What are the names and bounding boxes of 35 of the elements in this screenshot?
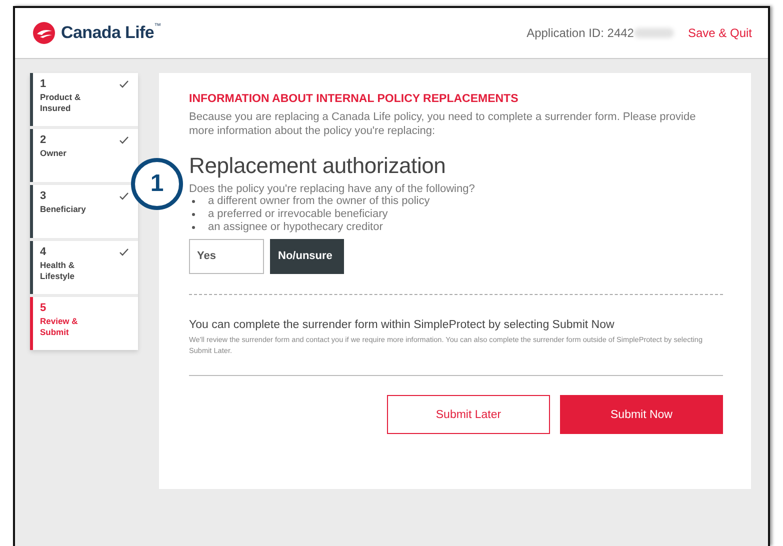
step-number: 2 — [40, 134, 46, 146]
step-item[interactable]: 2 Owner — [30, 129, 138, 182]
bullet-icon — [192, 200, 195, 202]
step-item[interactable]: 5 Review & Submit — [30, 297, 138, 350]
step-number: 1 — [40, 78, 46, 90]
bullet-text: a preferred or irrevocable beneficiary — [208, 208, 388, 220]
bullet-icon — [192, 212, 195, 216]
callout-number: 1 — [131, 158, 183, 210]
step-label: Owner — [40, 148, 68, 160]
question-prompt: Does the policy you're replacing have any of the following? — [189, 182, 476, 194]
submit-heading: You can complete the surrender form within SimpleProtect by selecting Submit Now — [189, 318, 616, 330]
step-label: Beneficiary — [40, 204, 87, 216]
step-label: Review & Submit — [40, 316, 79, 338]
step-item[interactable]: 3 Beneficiary — [30, 185, 138, 238]
step-label: Product & Insured — [40, 92, 82, 114]
intro-text: Because you are replacing a Canada Life policy, you need to complete a surrender form. Please provide more information about the policy you're replacing: — [189, 111, 697, 138]
submit-later-button[interactable]: Submit Later — [387, 395, 550, 434]
application-id: Application ID: 2442 — [526, 26, 634, 40]
step-label: Health & Lifestyle — [40, 260, 76, 282]
bullet-text: a different owner from the owner of this policy — [208, 194, 430, 208]
question-heading: Replacement authorization — [189, 152, 447, 178]
step-item[interactable]: 1 Product & Insured — [30, 73, 138, 126]
section-title: INFORMATION ABOUT INTERNAL POLICY REPLACEMENTS — [189, 93, 520, 105]
redaction-mark — [634, 28, 674, 38]
submit-now-button[interactable]: Submit Now — [560, 395, 723, 434]
bullet-icon — [192, 226, 195, 228]
save-quit-link[interactable]: Save & Quit — [688, 26, 752, 40]
step-number: 5 — [40, 302, 46, 314]
option-button[interactable]: Yes — [189, 238, 264, 274]
option-button[interactable]: No/unsure — [270, 238, 344, 274]
step-item[interactable]: 4 Health & Lifestyle — [30, 241, 138, 294]
step-number: 4 — [40, 246, 46, 258]
step-number: 3 — [40, 190, 46, 202]
bullet-text: an assignee or hypothecary creditor — [208, 220, 383, 234]
logo-icon — [33, 22, 55, 44]
